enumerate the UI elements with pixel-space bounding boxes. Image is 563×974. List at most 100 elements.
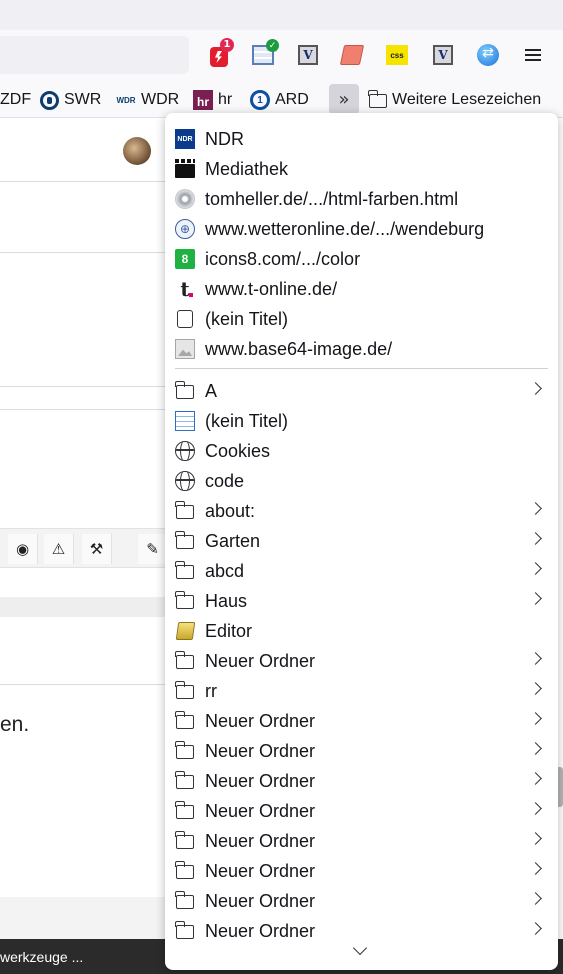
menu-item-label: Neuer Ordner — [205, 740, 316, 761]
chevron-right-icon — [529, 832, 542, 845]
folder-icon — [175, 921, 194, 939]
chevron-right-icon — [529, 892, 542, 905]
menu-item-label: (kein Titel) — [205, 410, 289, 431]
folder-haus[interactable]: Haus — [165, 586, 558, 616]
extension-button-calendar[interactable] — [249, 39, 279, 69]
bookmark-editor[interactable]: Editor — [165, 616, 558, 646]
chevron-right-icon — [529, 532, 542, 545]
folder-abcd[interactable]: abcd — [165, 556, 558, 586]
divider — [0, 181, 165, 182]
bookmark-ndr[interactable]: NDR NDR — [165, 124, 558, 154]
bookmark-ard[interactable]: 1 ARD — [250, 89, 309, 111]
bookmark-t-online[interactable]: t www.t-online.de/ — [165, 274, 558, 304]
folder-icon — [175, 381, 194, 399]
bookmark-tomheller[interactable]: tomheller.de/.../html-farben.html — [165, 184, 558, 214]
taskbar-item-label[interactable]: werkzeuge ... — [0, 949, 83, 965]
folder-a[interactable]: A — [165, 376, 558, 406]
disk-icon — [175, 189, 195, 209]
css-extension-icon: css — [386, 45, 408, 65]
page-footer-area — [0, 897, 170, 939]
bookmark-mediathek[interactable]: Mediathek — [165, 154, 558, 184]
folder-neuer-ordner[interactable]: Neuer Ordner — [165, 796, 558, 826]
menu-item-label: Neuer Ordner — [205, 860, 316, 881]
folder-icon — [175, 651, 194, 669]
folder-neuer-ordner[interactable]: Neuer Ordner — [165, 886, 558, 916]
folder-about[interactable]: about: — [165, 496, 558, 526]
menu-item-label: www.wetteronline.de/.../wendeburg — [205, 218, 485, 239]
chevron-right-icon — [529, 712, 542, 725]
folder-icon — [368, 90, 387, 108]
extension-icon — [177, 310, 193, 328]
extension-badge: 1 — [220, 38, 234, 52]
icons8-icon: 8 — [175, 249, 195, 269]
folder-neuer-ordner[interactable]: Neuer Ordner — [165, 826, 558, 856]
folder-icon — [175, 831, 194, 849]
bookmark-code[interactable]: code — [165, 466, 558, 496]
bookmarks-overflow-menu: NDR NDR Mediathek tomheller.de/.../html-… — [165, 113, 558, 970]
menu-item-label: www.t-online.de/ — [205, 278, 338, 299]
folder-icon — [175, 891, 194, 909]
app-menu-button[interactable] — [519, 41, 547, 69]
menu-item-label: Neuer Ordner — [205, 710, 316, 731]
other-bookmarks-folder[interactable]: Weitere Lesezeichen — [368, 89, 541, 111]
bookmark-label: hr — [218, 91, 233, 108]
bookmark-kein-titel-table[interactable]: (kein Titel) — [165, 406, 558, 436]
extension-button-css[interactable]: css — [383, 41, 411, 69]
menu-item-label: A — [205, 380, 218, 401]
menu-item-label: tomheller.de/.../html-farben.html — [205, 188, 459, 209]
bookmark-kein-titel[interactable]: (kein Titel) — [165, 304, 558, 334]
chevron-right-icon — [529, 652, 542, 665]
bookmark-base64-image[interactable]: www.base64-image.de/ — [165, 334, 558, 364]
folder-neuer-ordner[interactable]: Neuer Ordner — [165, 856, 558, 886]
bookmark-wetteronline[interactable]: ⊕ www.wetteronline.de/.../wendeburg — [165, 214, 558, 244]
chevron-right-icon — [529, 922, 542, 935]
folder-neuer-ordner[interactable]: Neuer Ordner — [165, 646, 558, 676]
bookmark-label: ARD — [275, 91, 309, 108]
bookmark-swr[interactable]: SWR — [40, 89, 101, 111]
folder-icon — [175, 681, 194, 699]
globe-icon[interactable]: ◉ — [8, 534, 38, 564]
folder-icon — [175, 531, 194, 549]
bookmark-hr[interactable]: hr hr — [193, 89, 232, 111]
chevron-right-icon — [529, 382, 542, 395]
folder-neuer-ordner[interactable]: Neuer Ordner — [165, 766, 558, 796]
folder-rr[interactable]: rr — [165, 676, 558, 706]
divider — [0, 386, 165, 387]
gavel-icon[interactable]: ⚒ — [82, 534, 112, 564]
bookmark-label: SWR — [64, 91, 102, 108]
sync-icon — [477, 44, 499, 66]
folder-garten[interactable]: Garten — [165, 526, 558, 556]
clapperboard-icon — [175, 159, 195, 178]
folder-icon — [175, 591, 194, 609]
chevron-right-icon — [529, 502, 542, 515]
chevron-right-icon — [529, 562, 542, 575]
bookmark-label: WDR — [141, 91, 180, 108]
ard-icon: 1 — [250, 90, 270, 110]
calendar-check-icon — [252, 39, 279, 65]
address-bar[interactable] — [0, 36, 189, 74]
extension-button-red[interactable]: 1 — [205, 38, 234, 69]
folder-neuer-ordner[interactable]: Neuer Ordner — [165, 706, 558, 736]
menu-item-label: rr — [205, 680, 217, 701]
menu-item-label: Editor — [205, 620, 253, 641]
bookmark-cookies[interactable]: Cookies — [165, 436, 558, 466]
bookmark-wdr[interactable]: WDR WDR — [116, 89, 179, 111]
extension-button-scroll[interactable] — [338, 41, 366, 69]
menu-item-label: Neuer Ordner — [205, 890, 316, 911]
wetteronline-icon: ⊕ — [175, 219, 195, 239]
extension-button-v-1[interactable]: V — [294, 41, 322, 69]
bookmark-zdf[interactable]: ZDF — [0, 89, 31, 111]
page-text-fragment: en. — [0, 713, 30, 736]
chevron-right-icon — [529, 682, 542, 695]
menu-item-label: Neuer Ordner — [205, 650, 316, 671]
pencil-icon[interactable]: ✎ — [138, 534, 168, 564]
avatar[interactable] — [123, 137, 151, 165]
menu-item-label: Neuer Ordner — [205, 830, 316, 851]
folder-neuer-ordner[interactable]: Neuer Ordner — [165, 736, 558, 766]
bookmark-icons8[interactable]: 8 icons8.com/.../color — [165, 244, 558, 274]
extension-button-sync[interactable] — [474, 41, 502, 69]
warning-icon[interactable]: ⚠ — [44, 534, 74, 564]
menu-item-label: (kein Titel) — [205, 308, 289, 329]
extension-button-v-2[interactable]: V — [429, 41, 457, 69]
bookmarks-overflow-button[interactable]: » — [329, 84, 359, 114]
